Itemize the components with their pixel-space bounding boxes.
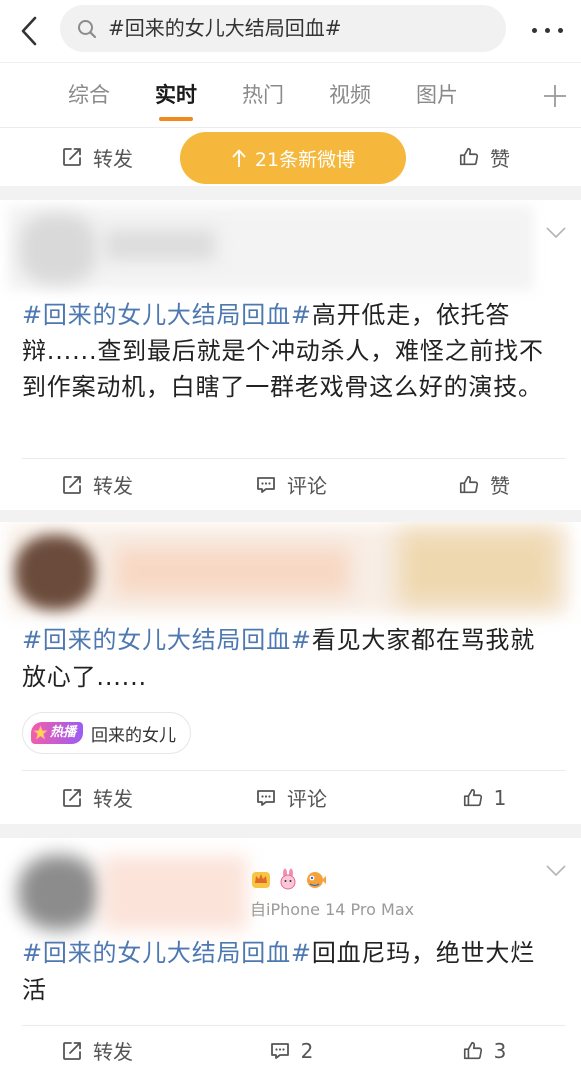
thumbs-up-icon	[459, 147, 479, 166]
top-bar: #回来的女儿大结局回血#	[0, 0, 581, 62]
section-separator	[0, 510, 581, 522]
comment-icon	[270, 1042, 289, 1059]
post-text: #回来的女儿大结局回血#高开低走，依托答辩......查到最后就是个冲动杀人，难…	[22, 297, 559, 405]
post-text: #回来的女儿大结局回血#回血尼玛，绝世大烂活	[22, 935, 559, 1009]
repost-button[interactable]: 转发	[0, 128, 194, 186]
repost-label: 转发	[93, 787, 133, 811]
hashtag-link[interactable]: #回来的女儿大结局回血#	[22, 626, 312, 654]
post-actions: 转发 评论 赞	[0, 459, 581, 510]
post-text: #回来的女儿大结局回血#看见大家都在骂我就放心了......	[22, 622, 559, 696]
section-separator	[0, 824, 581, 838]
search-icon	[78, 20, 97, 39]
username-blurred[interactable]	[115, 547, 350, 595]
weibo-post: 自iPhone 14 Pro Max #回来的女儿大结局回血#回血尼玛，绝世大烂…	[0, 838, 581, 1075]
pufferfish-icon	[307, 872, 326, 888]
repost-icon	[63, 475, 81, 494]
tab-hot[interactable]: 热门	[223, 63, 303, 127]
comment-label: 评论	[287, 474, 327, 498]
search-input[interactable]: #回来的女儿大结局回血#	[60, 5, 506, 52]
like-label: 赞	[490, 146, 510, 171]
repost-button[interactable]: 转发	[0, 771, 194, 824]
bunny-icon	[280, 868, 296, 890]
blurred-header-detail	[398, 530, 558, 606]
hot-badge: 热播	[31, 722, 84, 744]
tab-label: 视频	[329, 83, 371, 107]
add-tab-button[interactable]	[542, 83, 568, 109]
back-arrow-icon	[21, 16, 37, 46]
tab-label: 综合	[68, 83, 110, 107]
tab-comprehensive[interactable]: 综合	[49, 63, 129, 127]
avatar[interactable]	[20, 214, 96, 284]
tab-label: 图片	[416, 83, 458, 107]
comment-icon	[257, 476, 275, 493]
tab-label: 实时	[155, 83, 197, 107]
search-query-text: #回来的女儿大结局回血#	[108, 16, 342, 40]
weibo-post: #回来的女儿大结局回血#看见大家都在骂我就放心了...... 热播 回来的女儿 …	[0, 522, 581, 824]
comment-button[interactable]: 2	[194, 1026, 388, 1075]
tab-label: 热门	[242, 83, 284, 107]
section-separator	[0, 186, 581, 200]
post-actions: 转发 评论 1	[0, 771, 581, 824]
hot-badge-label: 热播	[50, 725, 77, 740]
repost-label: 转发	[93, 146, 133, 171]
repost-button[interactable]: 转发	[0, 1026, 194, 1075]
weibo-post: #回来的女儿大结局回血#高开低走，依托答辩......查到最后就是个冲动杀人，难…	[0, 200, 581, 510]
topic-tag[interactable]: 热播 回来的女儿	[22, 712, 192, 754]
avatar[interactable]	[15, 535, 95, 610]
hashtag-link[interactable]: #回来的女儿大结局回血#	[22, 301, 312, 329]
thumbs-up-icon	[463, 1041, 482, 1059]
repost-label: 转发	[93, 1040, 133, 1064]
tab-realtime[interactable]: 实时	[136, 63, 216, 127]
avatar[interactable]	[18, 855, 100, 930]
comment-button[interactable]: 评论	[194, 771, 388, 824]
like-button[interactable]: 赞	[387, 128, 581, 186]
username-blurred[interactable]	[102, 856, 247, 930]
post-source: 自iPhone 14 Pro Max	[250, 900, 415, 919]
more-dots-icon	[532, 28, 537, 33]
plus-icon	[544, 85, 566, 107]
like-count: 1	[493, 785, 507, 810]
like-button[interactable]: 3	[387, 1026, 581, 1075]
like-button[interactable]: 赞	[387, 459, 581, 510]
user-badges	[250, 868, 326, 892]
arrow-up-icon	[232, 149, 246, 167]
tab-video[interactable]: 视频	[310, 63, 390, 127]
thumbs-up-icon	[459, 475, 479, 493]
like-count: 3	[493, 1038, 507, 1063]
tab-pictures[interactable]: 图片	[397, 63, 477, 127]
username-blurred[interactable]	[105, 230, 215, 260]
search-tabs: 综合 实时 热门 视频 图片	[0, 62, 581, 128]
comment-count: 2	[300, 1038, 314, 1063]
comment-button[interactable]: 评论	[194, 459, 388, 510]
active-tab-indicator	[159, 117, 193, 121]
back-button[interactable]	[14, 12, 46, 50]
comment-label: 评论	[287, 787, 327, 811]
more-dots-icon	[545, 28, 550, 33]
post-actions: 转发 2 3	[0, 1026, 581, 1075]
topic-label: 回来的女儿	[91, 725, 177, 746]
repost-button[interactable]: 转发	[0, 459, 194, 510]
like-label: 赞	[490, 474, 510, 498]
new-posts-button[interactable]: 21条新微博	[180, 132, 406, 184]
repost-icon	[63, 788, 81, 807]
repost-icon	[63, 148, 81, 166]
top-action-bar: 转发 21条新微博 赞	[0, 128, 581, 186]
more-button[interactable]	[526, 16, 570, 44]
more-dots-icon	[558, 28, 563, 33]
repost-label: 转发	[93, 474, 133, 498]
repost-icon	[63, 1041, 81, 1060]
chevron-down-icon[interactable]	[545, 226, 567, 240]
star-icon	[33, 725, 48, 740]
crown-badge-icon	[252, 872, 270, 888]
thumbs-up-icon	[463, 788, 482, 806]
comment-icon	[257, 789, 275, 806]
hashtag-link[interactable]: #回来的女儿大结局回血#	[22, 939, 312, 967]
new-posts-label: 21条新微博	[254, 148, 356, 171]
chevron-down-icon[interactable]	[545, 864, 567, 878]
like-button[interactable]: 1	[387, 771, 581, 824]
